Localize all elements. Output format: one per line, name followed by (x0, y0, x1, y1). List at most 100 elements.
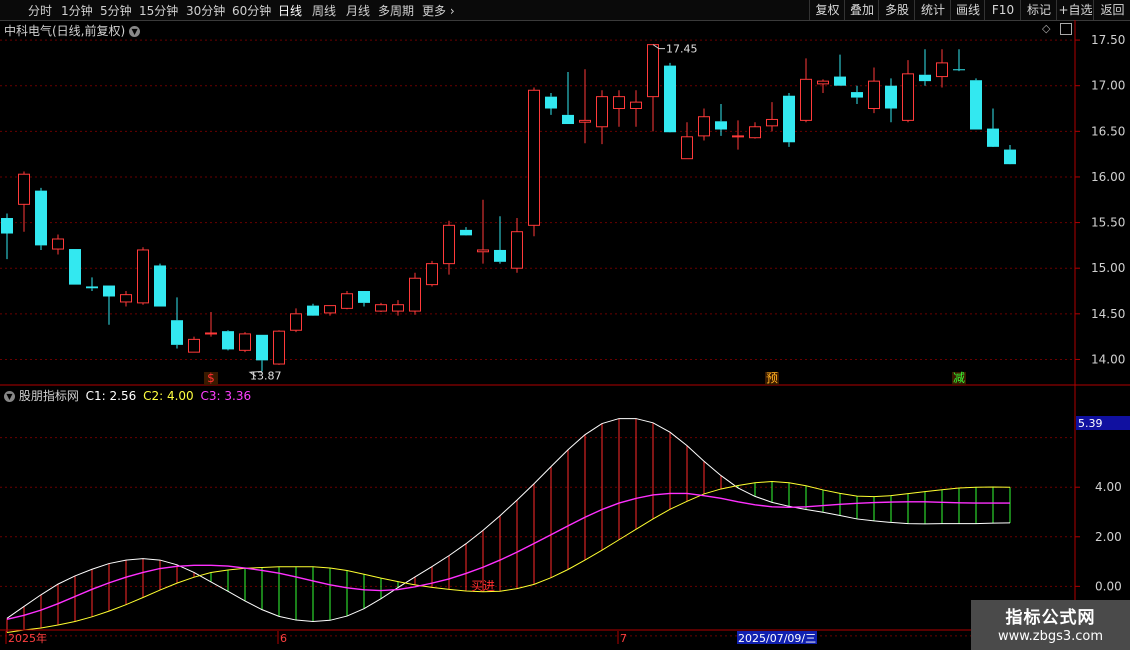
candle[interactable] (239, 332, 251, 353)
toolbar-button-0[interactable]: 复权 (809, 0, 845, 20)
candle[interactable] (52, 234, 64, 255)
toolbar-button-2[interactable]: 多股 (878, 0, 915, 20)
candle[interactable] (800, 58, 812, 123)
candle[interactable] (1, 213, 13, 260)
candle[interactable] (392, 300, 404, 316)
toolbar-button-4[interactable]: 画线 (950, 0, 985, 20)
candle[interactable] (851, 85, 863, 104)
candle[interactable] (902, 60, 914, 123)
candle[interactable] (834, 54, 846, 86)
candle[interactable] (766, 102, 778, 132)
candle[interactable] (919, 49, 931, 86)
candle-body-up (800, 78, 812, 121)
indicator-series (6, 418, 1011, 633)
candle-body-up (749, 126, 761, 139)
candle[interactable] (494, 216, 506, 264)
candle[interactable] (35, 187, 47, 250)
candle[interactable] (460, 227, 472, 236)
candle[interactable] (171, 297, 183, 349)
candle[interactable] (936, 49, 948, 88)
candle[interactable] (86, 277, 98, 292)
candle-body-up (392, 304, 404, 312)
candle[interactable] (426, 260, 438, 287)
signal-marker[interactable]: 预 (766, 371, 778, 385)
c1-value: C1: 2.56 (85, 389, 137, 403)
candle[interactable] (154, 263, 166, 307)
toolbar-button-5[interactable]: F10 (984, 0, 1021, 20)
candle[interactable] (545, 93, 557, 115)
toolbar-button-7[interactable]: +自选 (1056, 0, 1094, 20)
candle[interactable] (528, 87, 540, 237)
candle[interactable] (970, 78, 982, 130)
candle[interactable] (613, 90, 625, 127)
candle[interactable] (562, 72, 574, 125)
candle-body-down (69, 249, 81, 285)
candle[interactable] (732, 120, 744, 150)
candle[interactable] (273, 330, 285, 365)
tab-8[interactable]: 月线 (346, 2, 370, 19)
candle[interactable] (698, 108, 710, 141)
candle[interactable] (205, 312, 217, 337)
panel-icon[interactable] (1060, 23, 1072, 35)
candle[interactable] (511, 218, 523, 273)
tab-4[interactable]: 30分钟 (186, 2, 225, 19)
toolbar-button-8[interactable]: 返回 (1093, 0, 1130, 20)
candle[interactable] (1004, 145, 1016, 165)
c3-line (6, 492, 1010, 620)
tab-5[interactable]: 60分钟 (232, 2, 271, 19)
tab-2[interactable]: 5分钟 (100, 2, 132, 19)
candle[interactable] (307, 303, 319, 316)
tab-3[interactable]: 15分钟 (139, 2, 178, 19)
candle[interactable] (222, 330, 234, 351)
toolbar-button-1[interactable]: 叠加 (844, 0, 879, 20)
candle[interactable] (885, 78, 897, 123)
candle-body-down (953, 69, 965, 71)
candle[interactable] (953, 49, 965, 72)
candle-body-up (426, 263, 438, 286)
candle-body-down (919, 74, 931, 82)
candle[interactable] (987, 108, 999, 147)
candle[interactable] (630, 90, 642, 127)
diamond-icon[interactable]: ◇ (1042, 22, 1050, 35)
tab-1[interactable]: 1分钟 (61, 2, 93, 19)
tab-6[interactable]: 日线 (278, 2, 302, 19)
candle[interactable] (477, 199, 489, 264)
candle[interactable] (783, 93, 795, 147)
candle[interactable] (749, 122, 761, 139)
tab-9[interactable]: 多周期 (378, 2, 414, 19)
toolbar-button-6[interactable]: 标记 (1020, 0, 1057, 20)
candle[interactable] (579, 69, 591, 144)
signal-marker[interactable]: 减 (953, 371, 965, 385)
candle[interactable] (664, 62, 676, 133)
candle[interactable] (358, 291, 370, 307)
candle[interactable] (137, 247, 149, 305)
candle[interactable] (103, 285, 115, 325)
tab-0[interactable]: 分时 (28, 2, 52, 19)
candle[interactable] (341, 291, 353, 310)
chevron-down-icon[interactable]: ▼ (4, 391, 15, 402)
indicator-title: ▼ 股朋指标网 C1: 2.56 C2: 4.00 C3: 3.36 (4, 387, 251, 404)
candle[interactable] (868, 67, 880, 114)
candle[interactable] (409, 272, 421, 315)
price-tick-label: 17.50 (1091, 33, 1125, 47)
chart-area[interactable]: 17.50 17.00 16.50 16.00 15.50 15.00 14.50 14.00… (0, 20, 1130, 650)
candle[interactable] (290, 308, 302, 333)
chevron-down-icon[interactable]: ▼ (129, 26, 141, 37)
tab-10[interactable]: 更多 › (422, 2, 455, 19)
candle-body-down (987, 128, 999, 147)
candle[interactable] (375, 302, 387, 312)
candle[interactable] (120, 291, 132, 307)
candle[interactable] (443, 220, 455, 275)
candle[interactable] (69, 249, 81, 285)
candle[interactable] (647, 44, 659, 132)
tab-7[interactable]: 周线 (312, 2, 336, 19)
signal-marker[interactable]: $ (207, 371, 215, 385)
candle[interactable] (188, 336, 200, 353)
period-toolbar: 分时 1分钟 5分钟 15分钟 30分钟 60分钟 日线 周线 月线 多周期 更多 › 复权 叠加 多股… (0, 0, 1130, 21)
buy-signal-label[interactable]: 买进 (471, 579, 495, 593)
candle[interactable] (681, 122, 693, 160)
candle[interactable] (596, 90, 608, 145)
toolbar-button-3[interactable]: 统计 (914, 0, 951, 20)
candle[interactable] (256, 334, 268, 372)
c2-line (6, 481, 1011, 633)
